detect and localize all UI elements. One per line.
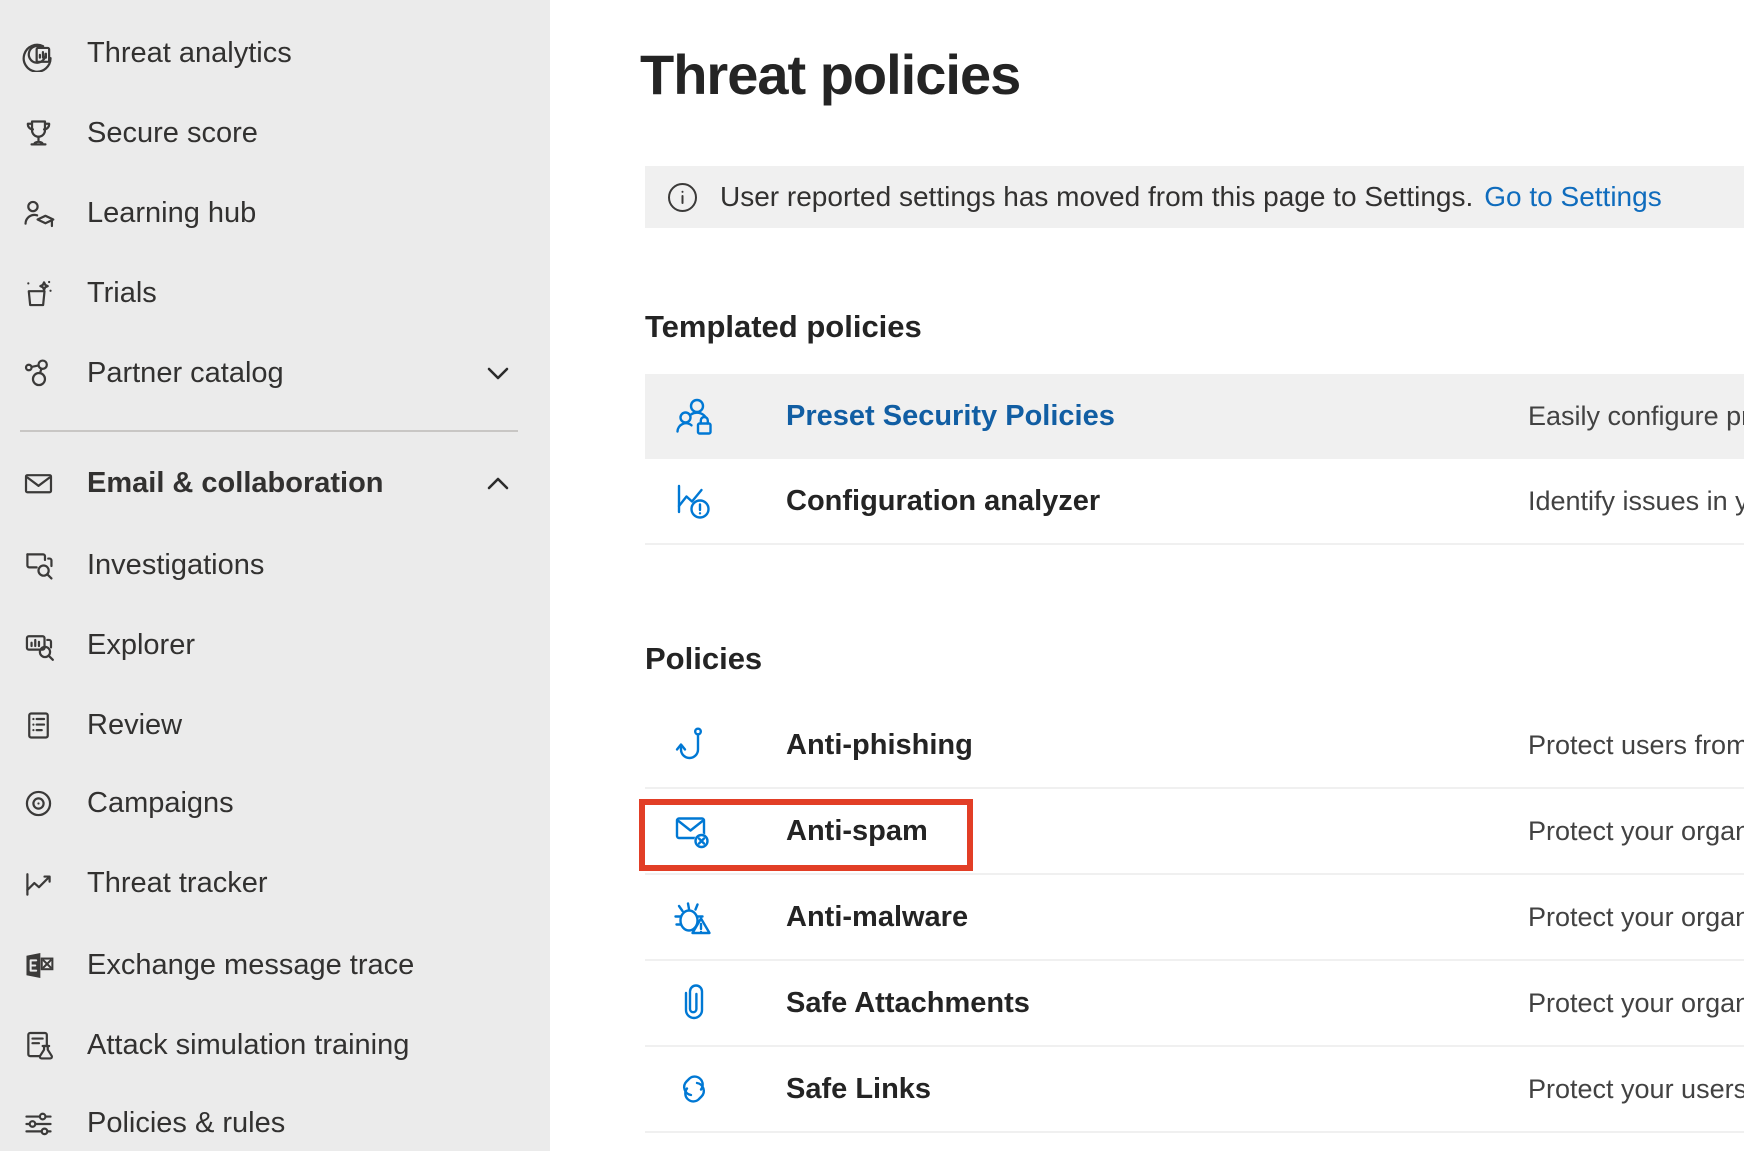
sidebar-item-label: Partner catalog	[87, 357, 284, 390]
sidebar-item-label: Threat analytics	[87, 37, 292, 70]
sidebar-item-label: Secure score	[87, 117, 258, 150]
sidebar-item-secure-score[interactable]: Secure score	[0, 93, 550, 173]
preset-security-icon	[672, 395, 716, 439]
partner-catalog-icon	[20, 355, 57, 392]
sidebar-item-threat-tracker[interactable]: Threat tracker	[0, 843, 550, 923]
sidebar-item-label: Exchange message trace	[87, 949, 414, 982]
row-label[interactable]: Anti-malware	[786, 901, 968, 934]
sidebar-item-campaigns[interactable]: Campaigns	[0, 763, 550, 843]
row-description: Easily configure prot	[1528, 401, 1744, 432]
row-label[interactable]: Configuration analyzer	[786, 485, 1100, 518]
sidebar-item-label: Review	[87, 709, 182, 742]
row-configuration-analyzer[interactable]: Configuration analyzer Identify issues i…	[645, 459, 1744, 545]
investigations-icon	[20, 547, 57, 584]
row-anti-phishing[interactable]: Anti-phishing Protect users from p	[645, 703, 1744, 789]
sidebar-item-policies-rules[interactable]: Policies & rules	[0, 1083, 550, 1163]
sidebar-item-explorer[interactable]: Explorer	[0, 605, 550, 685]
trophy-icon	[20, 115, 57, 152]
row-description: Identify issues in you	[1528, 486, 1744, 517]
row-anti-spam[interactable]: Anti-spam Protect your organiz	[645, 789, 1744, 875]
envelope-icon	[20, 465, 57, 502]
anti-spam-icon	[672, 809, 716, 853]
row-safe-attachments[interactable]: Safe Attachments Protect your organiz	[645, 961, 1744, 1047]
trials-icon	[20, 275, 57, 312]
chevron-down-icon[interactable]	[486, 363, 510, 383]
sidebar-item-label: Attack simulation training	[87, 1029, 409, 1062]
learning-hub-icon	[20, 195, 57, 232]
sidebar-item-label: Trials	[87, 277, 157, 310]
row-description: Protect your organiz	[1528, 816, 1744, 847]
sidebar-item-label: Campaigns	[87, 787, 234, 820]
bug-icon	[672, 895, 716, 939]
row-preset-security-policies[interactable]: Preset Security Policies Easily configur…	[645, 374, 1744, 459]
sidebar-item-threat-analytics[interactable]: Threat analytics	[0, 13, 550, 93]
banner-message: User reported settings has moved from th…	[720, 181, 1473, 213]
exchange-icon	[20, 947, 57, 984]
row-label[interactable]: Safe Links	[786, 1073, 931, 1106]
sidebar-item-partner-catalog[interactable]: Partner catalog	[0, 333, 550, 413]
sidebar-item-email-collaboration[interactable]: Email & collaboration	[0, 443, 550, 523]
row-description: Protect your organiz	[1528, 902, 1744, 933]
sidebar-item-label: Learning hub	[87, 197, 256, 230]
sidebar-item-exchange-message-trace[interactable]: Exchange message trace	[0, 925, 550, 1005]
info-banner: User reported settings has moved from th…	[645, 166, 1744, 228]
campaigns-icon	[20, 785, 57, 822]
go-to-settings-link[interactable]: Go to Settings	[1484, 181, 1661, 213]
sidebar-item-investigations[interactable]: Investigations	[0, 525, 550, 605]
chain-link-icon	[672, 1067, 716, 1111]
sidebar-item-learning-hub[interactable]: Learning hub	[0, 173, 550, 253]
section-heading-templated-policies: Templated policies	[645, 309, 922, 345]
sidebar-section-label: Email & collaboration	[87, 467, 384, 500]
sidebar-item-review[interactable]: Review	[0, 685, 550, 765]
row-label[interactable]: Anti-spam	[786, 815, 928, 848]
row-label[interactable]: Safe Attachments	[786, 987, 1030, 1020]
sidebar-item-attack-simulation-training[interactable]: Attack simulation training	[0, 1005, 550, 1085]
sidebar-item-label: Policies & rules	[87, 1107, 285, 1140]
threat-tracker-icon	[20, 865, 57, 902]
configuration-analyzer-icon	[672, 479, 716, 523]
sidebar-item-label: Threat tracker	[87, 867, 268, 900]
sidebar-item-trials[interactable]: Trials	[0, 253, 550, 333]
row-safe-links[interactable]: Safe Links Protect your users fr	[645, 1047, 1744, 1133]
sliders-icon	[20, 1105, 57, 1142]
threat-analytics-icon	[20, 35, 57, 72]
review-icon	[20, 707, 57, 744]
row-label[interactable]: Preset Security Policies	[786, 400, 1115, 433]
row-description: Protect your organiz	[1528, 988, 1744, 1019]
chevron-up-icon[interactable]	[486, 473, 510, 493]
section-heading-policies: Policies	[645, 641, 762, 677]
explorer-icon	[20, 627, 57, 664]
row-label[interactable]: Anti-phishing	[786, 729, 973, 762]
fish-hook-icon	[672, 723, 716, 767]
info-icon	[667, 182, 698, 213]
row-anti-malware[interactable]: Anti-malware Protect your organiz	[645, 875, 1744, 961]
paperclip-icon	[672, 981, 716, 1025]
row-description: Protect users from p	[1528, 730, 1744, 761]
page-title: Threat policies	[640, 42, 1020, 107]
sidebar-divider	[20, 430, 518, 432]
sidebar-item-label: Explorer	[87, 629, 195, 662]
row-description: Protect your users fr	[1528, 1074, 1744, 1105]
attack-simulation-icon	[20, 1027, 57, 1064]
sidebar: Threat analytics Secure score Learning h…	[0, 0, 550, 1151]
sidebar-item-label: Investigations	[87, 549, 264, 582]
